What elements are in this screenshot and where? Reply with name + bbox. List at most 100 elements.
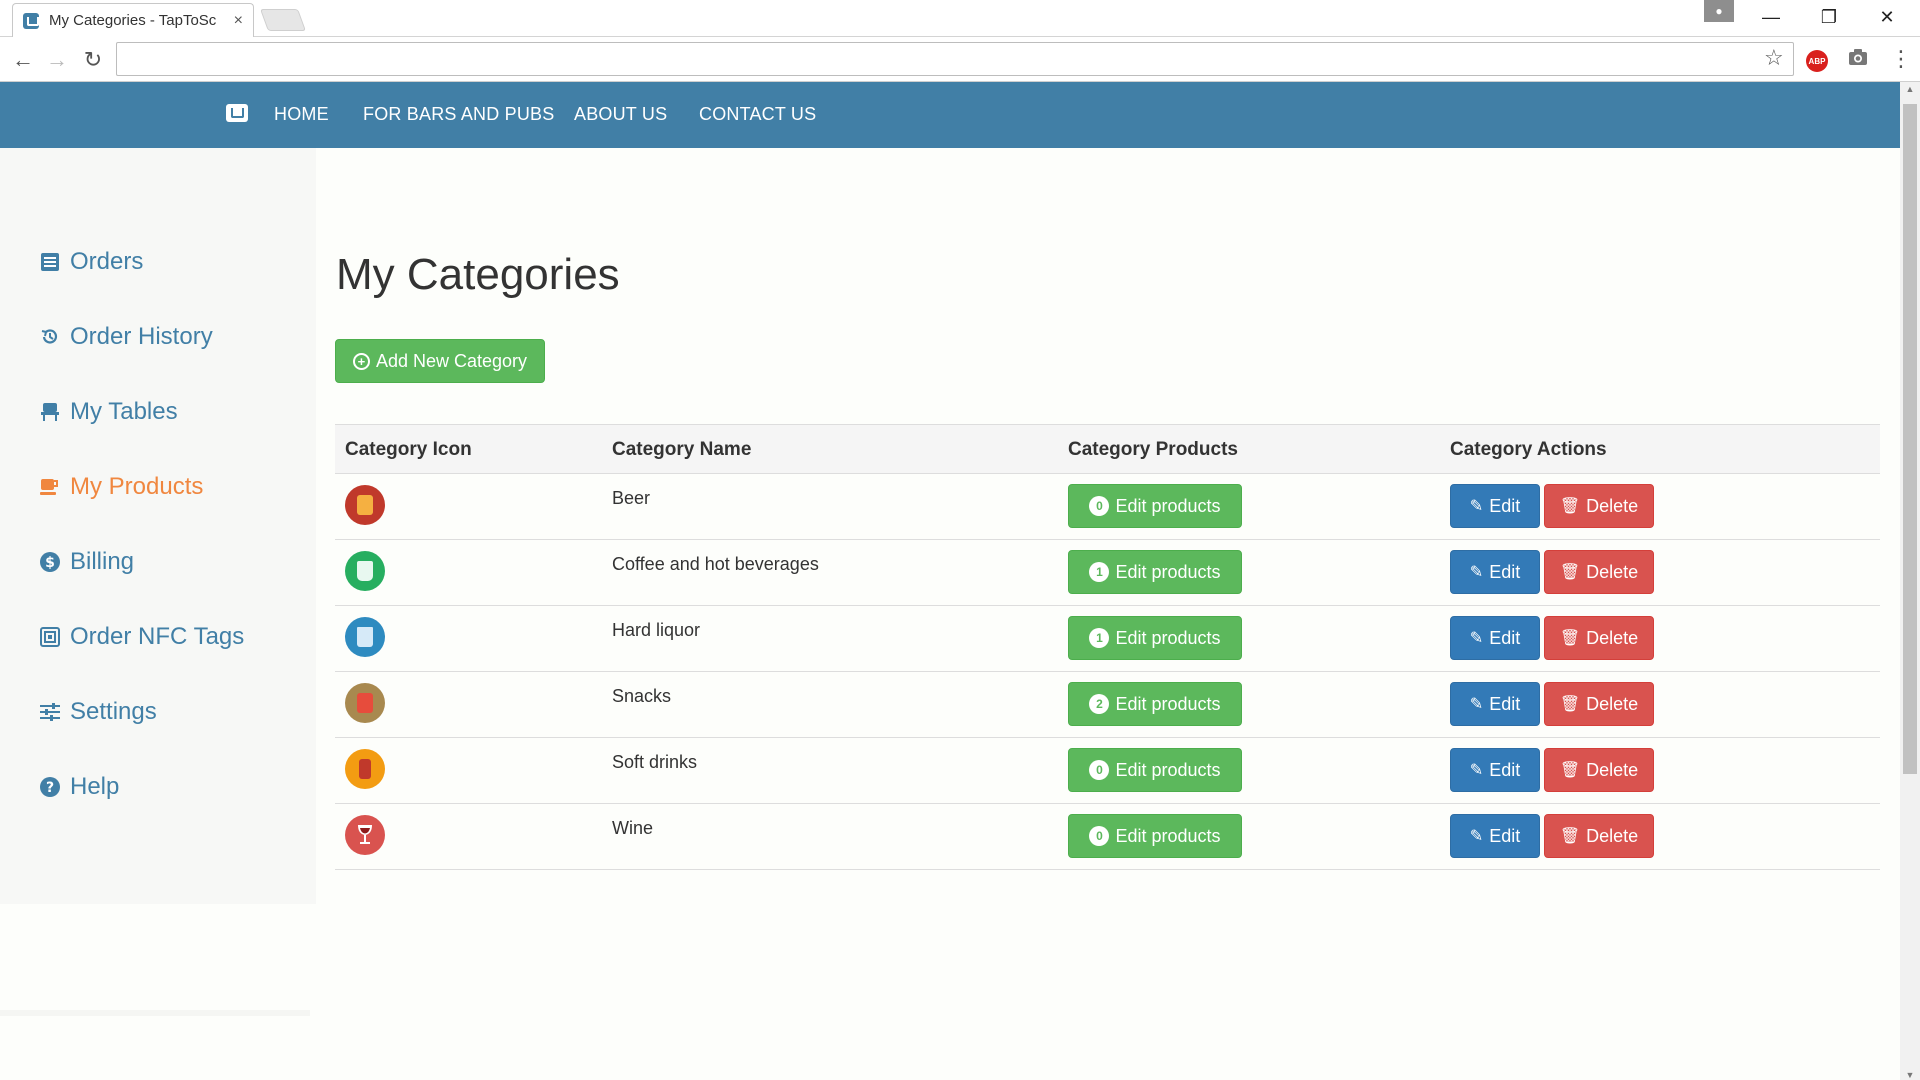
edit-category-button[interactable]: ✎ Edit xyxy=(1450,550,1540,594)
delete-label: Delete xyxy=(1586,693,1639,714)
product-count-badge: 1 xyxy=(1089,562,1110,582)
product-count-badge: 0 xyxy=(1089,496,1110,516)
sidebar-item-label: Orders xyxy=(70,248,144,275)
column-header-actions: Category Actions xyxy=(1450,439,1607,460)
edit-products-label: Edit products xyxy=(1115,495,1221,516)
nav-about-us[interactable]: ABOUT US xyxy=(574,104,667,125)
table-row: Snacks 2 Edit products ✎ Edit 🗑 Delete xyxy=(335,672,1880,738)
delete-category-button[interactable]: 🗑 Delete xyxy=(1544,550,1654,594)
product-count-badge: 1 xyxy=(1089,628,1110,648)
nav-contact-us[interactable]: CONTACT US xyxy=(699,104,816,125)
delete-category-button[interactable]: 🗑 Delete xyxy=(1544,484,1654,528)
restore-button[interactable]: ❐ xyxy=(1804,0,1854,34)
edit-category-button[interactable]: ✎ Edit xyxy=(1450,814,1540,858)
delete-category-button[interactable]: 🗑 Delete xyxy=(1544,616,1654,660)
page-scrollbar[interactable]: ▲ ▼ xyxy=(1900,82,1920,1080)
back-icon[interactable]: ← xyxy=(8,45,38,75)
adblock-plus-icon[interactable]: ABP xyxy=(1806,50,1828,72)
delete-category-button[interactable]: 🗑 Delete xyxy=(1544,814,1654,858)
sidebar-item-label: Settings xyxy=(70,698,157,725)
edit-label: Edit xyxy=(1489,759,1521,780)
sliders-icon xyxy=(40,702,60,722)
category-name: Snacks xyxy=(612,686,672,706)
bookmark-star-icon[interactable]: ☆ xyxy=(1764,45,1784,71)
add-new-category-button[interactable]: + Add New Category xyxy=(335,339,545,383)
edit-products-button[interactable]: 0 Edit products xyxy=(1068,748,1242,792)
edit-label: Edit xyxy=(1489,825,1521,846)
delete-category-button[interactable]: 🗑 Delete xyxy=(1544,682,1654,726)
edit-category-button[interactable]: ✎ Edit xyxy=(1450,616,1540,660)
browser-toolbar: ← → ↻ ☆ ABP ⋮ xyxy=(0,37,1920,82)
edit-products-label: Edit products xyxy=(1115,627,1221,648)
beer-icon xyxy=(345,485,385,525)
edit-label: Edit xyxy=(1489,627,1521,648)
delete-label: Delete xyxy=(1586,495,1639,516)
pencil-icon: ✎ xyxy=(1469,498,1484,515)
edit-category-button[interactable]: ✎ Edit xyxy=(1450,484,1540,528)
site-logo-icon[interactable] xyxy=(226,104,248,122)
nav-for-bars-and-pubs[interactable]: FOR BARS AND PUBS xyxy=(363,104,554,125)
question-icon: ? xyxy=(40,777,60,797)
category-name: Soft drinks xyxy=(612,752,698,772)
table-row: Beer 0 Edit products ✎ Edit 🗑 Delete xyxy=(335,474,1880,540)
tab-close-icon[interactable]: × xyxy=(234,12,243,30)
edit-products-button[interactable]: 0 Edit products xyxy=(1068,484,1242,528)
scroll-thumb[interactable] xyxy=(1903,104,1917,774)
sidebar-item-label: Order NFC Tags xyxy=(70,623,245,650)
close-window-button[interactable]: ✕ xyxy=(1862,0,1912,34)
pencil-icon: ✎ xyxy=(1469,630,1484,647)
category-name: Beer xyxy=(612,488,651,508)
add-new-category-label: Add New Category xyxy=(375,350,528,371)
camera-icon[interactable] xyxy=(1848,48,1868,72)
page-title: My Categories xyxy=(336,250,620,299)
column-header-name: Category Name xyxy=(612,439,752,460)
nfc-icon xyxy=(40,627,60,647)
delete-category-button[interactable]: 🗑 Delete xyxy=(1544,748,1654,792)
sidebar-item-order-nfc-tags[interactable]: Order NFC Tags xyxy=(40,623,244,651)
sidebar-item-orders[interactable]: Orders xyxy=(40,248,143,276)
site-header: HOME FOR BARS AND PUBS ABOUT US CONTACT … xyxy=(0,82,1900,148)
edit-category-button[interactable]: ✎ Edit xyxy=(1450,748,1540,792)
sidebar-item-settings[interactable]: Settings xyxy=(40,698,157,726)
sidebar-item-label: My Products xyxy=(70,473,204,500)
nav-home[interactable]: HOME xyxy=(274,104,329,125)
scroll-down-arrow-icon[interactable]: ▼ xyxy=(1900,1070,1920,1080)
edit-products-label: Edit products xyxy=(1115,693,1221,714)
plus-circle-icon: + xyxy=(352,352,370,370)
scroll-up-arrow-icon[interactable]: ▲ xyxy=(1900,84,1920,100)
tab-title: My Categories - TapToSc xyxy=(49,12,217,29)
minimize-button[interactable]: — xyxy=(1746,0,1796,34)
edit-products-button[interactable]: 1 Edit products xyxy=(1068,550,1242,594)
edit-label: Edit xyxy=(1489,561,1521,582)
reload-icon[interactable]: ↻ xyxy=(78,45,108,75)
address-bar-input[interactable] xyxy=(116,42,1794,76)
browser-tabbar: My Categories - TapToSc × ● — ❐ ✕ xyxy=(0,0,1920,37)
browser-tab[interactable]: My Categories - TapToSc × xyxy=(12,3,254,37)
profile-icon[interactable]: ● xyxy=(1704,0,1734,22)
edit-category-button[interactable]: ✎ Edit xyxy=(1450,682,1540,726)
trash-icon: 🗑 xyxy=(1559,828,1581,845)
edit-products-label: Edit products xyxy=(1115,561,1221,582)
sidebar-item-my-tables[interactable]: My Tables xyxy=(40,398,178,426)
history-icon xyxy=(40,327,60,347)
sidebar-item-label: Order History xyxy=(70,323,213,350)
product-count-badge: 0 xyxy=(1089,760,1110,780)
table-row: Wine 0 Edit products ✎ Edit 🗑 Delete xyxy=(335,804,1880,870)
table-row: Hard liquor 1 Edit products ✎ Edit 🗑 Delete xyxy=(335,606,1880,672)
browser-menu-icon[interactable]: ⋮ xyxy=(1890,46,1912,72)
forward-icon[interactable]: → xyxy=(42,45,72,75)
new-tab-button[interactable] xyxy=(259,9,307,31)
sidebar-item-my-products[interactable]: My Products xyxy=(40,473,203,501)
edit-products-button[interactable]: 1 Edit products xyxy=(1068,616,1242,660)
product-count-badge: 0 xyxy=(1089,826,1110,846)
pencil-icon: ✎ xyxy=(1469,828,1484,845)
pencil-icon: ✎ xyxy=(1469,564,1484,581)
sidebar-item-help[interactable]: ? Help xyxy=(40,773,119,801)
sidebar-item-order-history[interactable]: Order History xyxy=(40,323,213,351)
edit-products-button[interactable]: 2 Edit products xyxy=(1068,682,1242,726)
sidebar-item-billing[interactable]: $ Billing xyxy=(40,548,134,576)
categories-table: Category Icon Category Name Category Pro… xyxy=(335,424,1880,870)
table-row: Coffee and hot beverages 1 Edit products … xyxy=(335,540,1880,606)
category-name: Hard liquor xyxy=(612,620,701,640)
edit-products-button[interactable]: 0 Edit products xyxy=(1068,814,1242,858)
